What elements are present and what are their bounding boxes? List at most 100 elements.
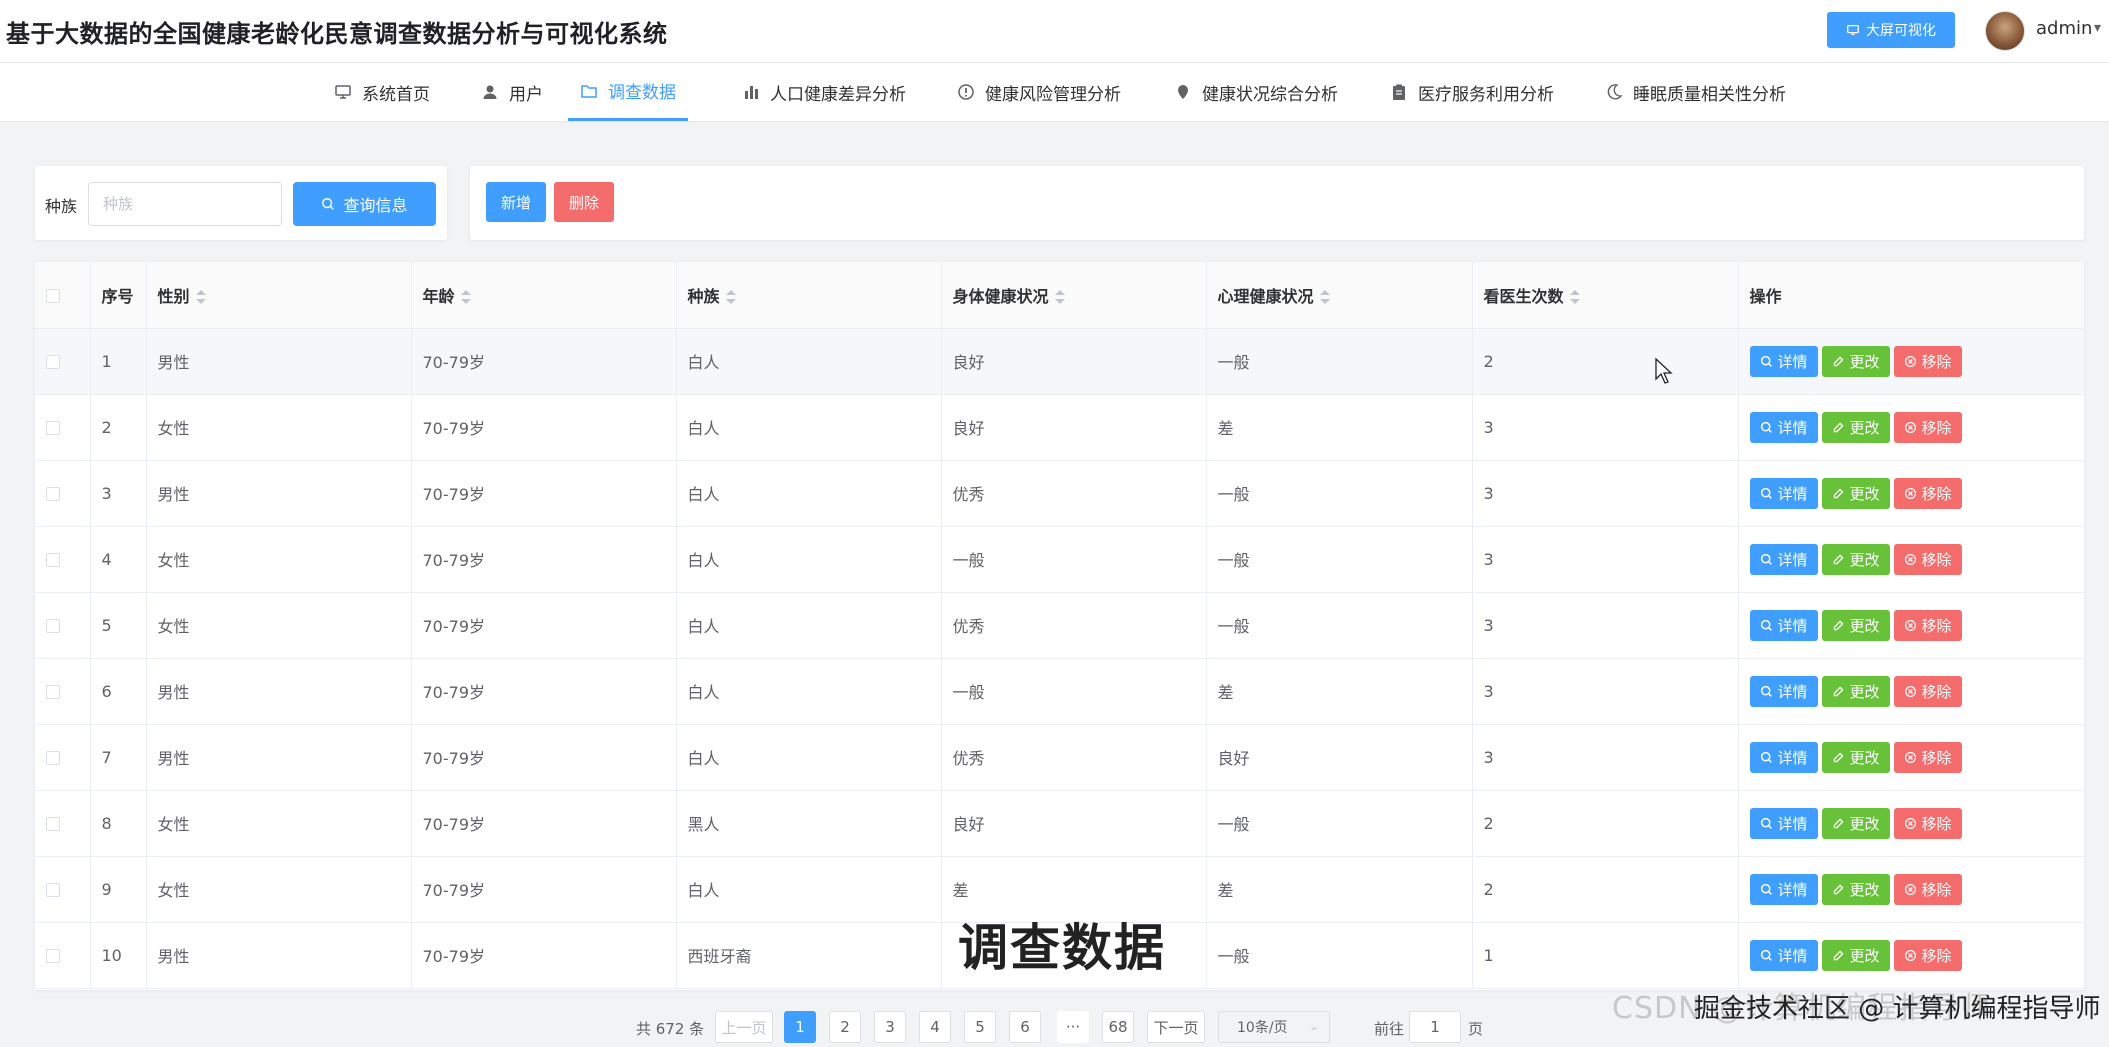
nav-item-sleep-analysis[interactable]: 睡眠质量相关性分析 — [1593, 63, 1798, 121]
next-page-button[interactable]: 下一页 — [1147, 1011, 1205, 1043]
batch-delete-button[interactable]: 删除 — [554, 182, 614, 222]
remove-button[interactable]: 移除 — [1893, 543, 1962, 575]
table-row[interactable]: 3 男性 70-79岁 白人 优秀 一般 3 详情 更改 移除 — [35, 460, 2084, 527]
table-row[interactable]: 8 女性 70-79岁 黑人 良好 一般 2 详情 更改 移除 — [35, 790, 2084, 857]
detail-button[interactable]: 详情 — [1749, 411, 1818, 443]
page-button-6[interactable]: 6 — [1009, 1011, 1041, 1043]
sort-icon[interactable] — [460, 290, 471, 305]
row-checkbox[interactable] — [46, 685, 60, 699]
select-all-cell[interactable] — [35, 262, 91, 329]
remove-button[interactable]: 移除 — [1893, 345, 1962, 377]
remove-button[interactable]: 移除 — [1893, 411, 1962, 443]
race-search-input[interactable] — [88, 182, 282, 226]
edit-button[interactable]: 更改 — [1821, 741, 1890, 773]
sort-icon[interactable] — [195, 290, 206, 305]
row-checkbox[interactable] — [46, 949, 60, 963]
row-checkbox[interactable] — [46, 355, 60, 369]
row-checkbox[interactable] — [46, 421, 60, 435]
more-pages-icon[interactable]: ··· — [1057, 1011, 1089, 1043]
row-checkbox[interactable] — [46, 883, 60, 897]
row-select-cell[interactable] — [35, 658, 91, 725]
edit-button[interactable]: 更改 — [1821, 675, 1890, 707]
row-select-cell[interactable] — [35, 460, 91, 527]
edit-button[interactable]: 更改 — [1821, 345, 1890, 377]
user-name[interactable]: admin — [2036, 18, 2092, 39]
edit-button[interactable]: 更改 — [1821, 939, 1890, 971]
column-header-visits[interactable]: 看医生次数 — [1472, 262, 1739, 329]
edit-button[interactable]: 更改 — [1821, 411, 1890, 443]
column-header-physical[interactable]: 身体健康状况 — [941, 262, 1207, 329]
nav-item-risk-analysis[interactable]: 健康风险管理分析 — [945, 63, 1133, 121]
sort-icon[interactable] — [1054, 290, 1065, 305]
table-row[interactable]: 7 男性 70-79岁 白人 优秀 良好 3 详情 更改 移除 — [35, 724, 2084, 791]
nav-item-health-analysis[interactable]: 健康状况综合分析 — [1162, 63, 1350, 121]
row-checkbox[interactable] — [46, 553, 60, 567]
row-select-cell[interactable] — [35, 790, 91, 857]
row-select-cell[interactable] — [35, 526, 91, 593]
detail-button[interactable]: 详情 — [1749, 477, 1818, 509]
detail-button[interactable]: 详情 — [1749, 873, 1818, 905]
row-select-cell[interactable] — [35, 856, 91, 923]
row-select-cell[interactable] — [35, 592, 91, 659]
avatar[interactable] — [1985, 11, 2025, 51]
page-button-1[interactable]: 1 — [784, 1011, 816, 1043]
remove-button[interactable]: 移除 — [1893, 807, 1962, 839]
edit-button[interactable]: 更改 — [1821, 609, 1890, 641]
table-row[interactable]: 6 男性 70-79岁 白人 一般差 3 详情 更改 移除 — [35, 658, 2084, 725]
nav-item-medical-analysis[interactable]: 医疗服务利用分析 — [1378, 63, 1566, 121]
row-select-cell[interactable] — [35, 328, 91, 395]
sort-icon[interactable] — [725, 290, 736, 305]
edit-button[interactable]: 更改 — [1821, 543, 1890, 575]
detail-button[interactable]: 详情 — [1749, 939, 1818, 971]
remove-button[interactable]: 移除 — [1893, 873, 1962, 905]
page-button-68[interactable]: 68 — [1102, 1011, 1134, 1043]
add-button[interactable]: 新增 — [486, 182, 546, 222]
goto-page-input[interactable] — [1409, 1011, 1461, 1043]
remove-button[interactable]: 移除 — [1893, 939, 1962, 971]
table-row[interactable]: 2 女性 70-79岁 白人 良好差 3 详情 更改 移除 — [35, 394, 2084, 461]
query-button[interactable]: 查询信息 — [293, 182, 436, 226]
table-row[interactable]: 4 女性 70-79岁 白人 一般 一般 3 详情 更改 移除 — [35, 526, 2084, 593]
column-header-gender[interactable]: 性别 — [146, 262, 412, 329]
row-checkbox[interactable] — [46, 619, 60, 633]
chevron-down-icon[interactable]: ▾ — [2094, 20, 2101, 36]
table-row[interactable]: 1 男性 70-79岁 白人 良好 一般 2 详情 更改 移除 — [35, 328, 2084, 395]
page-button-3[interactable]: 3 — [874, 1011, 906, 1043]
row-checkbox[interactable] — [46, 487, 60, 501]
select-all-checkbox[interactable] — [46, 288, 60, 303]
page-button-2[interactable]: 2 — [829, 1011, 861, 1043]
detail-button[interactable]: 详情 — [1749, 807, 1818, 839]
row-select-cell[interactable] — [35, 724, 91, 791]
big-screen-button[interactable]: 大屏可视化 — [1827, 12, 1955, 48]
detail-button[interactable]: 详情 — [1749, 609, 1818, 641]
row-checkbox[interactable] — [46, 751, 60, 765]
nav-item-population-analysis[interactable]: 人口健康差异分析 — [730, 63, 918, 121]
prev-page-button[interactable]: 上一页 — [715, 1011, 773, 1043]
detail-button[interactable]: 详情 — [1749, 741, 1818, 773]
edit-button[interactable]: 更改 — [1821, 477, 1890, 509]
row-checkbox[interactable] — [46, 817, 60, 831]
page-button-4[interactable]: 4 — [919, 1011, 951, 1043]
row-select-cell[interactable] — [35, 394, 91, 461]
nav-item-users[interactable]: 用户 — [469, 63, 555, 121]
detail-button[interactable]: 详情 — [1749, 345, 1818, 377]
sort-icon[interactable] — [1569, 290, 1580, 305]
column-header-mental[interactable]: 心理健康状况 — [1206, 262, 1473, 329]
page-size-select[interactable]: 10条/页 ⌄ — [1218, 1011, 1330, 1043]
remove-button[interactable]: 移除 — [1893, 477, 1962, 509]
remove-button[interactable]: 移除 — [1893, 609, 1962, 641]
row-select-cell[interactable] — [35, 922, 91, 989]
edit-button[interactable]: 更改 — [1821, 873, 1890, 905]
sort-icon[interactable] — [1319, 290, 1330, 305]
column-header-race[interactable]: 种族 — [676, 262, 942, 329]
remove-button[interactable]: 移除 — [1893, 741, 1962, 773]
page-button-5[interactable]: 5 — [964, 1011, 996, 1043]
nav-item-home[interactable]: 系统首页 — [322, 63, 442, 121]
remove-button[interactable]: 移除 — [1893, 675, 1962, 707]
column-header-age[interactable]: 年龄 — [411, 262, 677, 329]
nav-item-survey-data[interactable]: 调查数据 — [568, 63, 688, 121]
detail-button[interactable]: 详情 — [1749, 675, 1818, 707]
table-row[interactable]: 5 女性 70-79岁 白人 优秀 一般 3 详情 更改 移除 — [35, 592, 2084, 659]
detail-button[interactable]: 详情 — [1749, 543, 1818, 575]
edit-button[interactable]: 更改 — [1821, 807, 1890, 839]
